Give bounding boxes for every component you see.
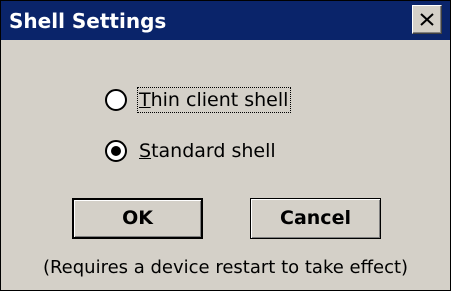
- standard-shell-accelerator: S: [139, 140, 152, 162]
- standard-shell-label-text: tandard shell: [151, 140, 276, 162]
- cancel-button[interactable]: Cancel: [250, 198, 381, 239]
- ok-button[interactable]: OK: [72, 198, 203, 239]
- thin-client-shell-label-text: hin client shell: [150, 89, 289, 111]
- dialog-title: Shell Settings: [9, 9, 167, 33]
- restart-note: (Requires a device restart to take effec…: [42, 257, 409, 278]
- standard-shell-radio[interactable]: [105, 140, 127, 162]
- standard-shell-label[interactable]: Standard shell: [137, 138, 279, 164]
- thin-client-shell-label[interactable]: Thin client shell: [137, 87, 292, 113]
- thin-client-shell-radio[interactable]: [105, 89, 127, 111]
- radio-selected-dot: [111, 146, 121, 156]
- close-x-icon: [420, 13, 434, 26]
- title-bar: Shell Settings: [1, 1, 450, 40]
- shell-settings-dialog: Shell Settings Thin client shell Standar…: [0, 0, 451, 291]
- thin-client-shell-accelerator: T: [139, 89, 151, 111]
- close-button[interactable]: [412, 5, 442, 34]
